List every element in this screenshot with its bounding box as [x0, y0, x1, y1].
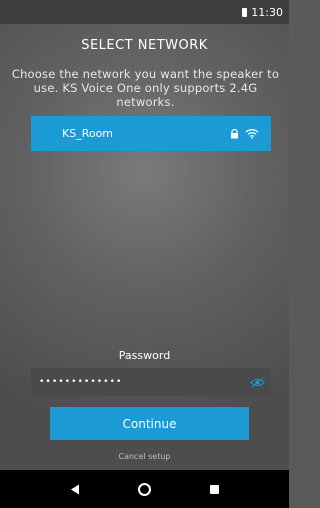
continue-button[interactable]: Continue — [50, 407, 249, 440]
back-icon — [70, 484, 79, 494]
status-bar: 11:30 — [0, 0, 289, 24]
lock-icon — [231, 128, 238, 138]
recents-button[interactable] — [202, 477, 226, 501]
recents-icon — [209, 484, 219, 494]
cancel-setup-link[interactable]: Cancel setup — [0, 452, 289, 461]
status-time: 11:30 — [251, 5, 283, 19]
network-item-ks-room[interactable]: KS_Room — [31, 116, 271, 151]
wifi-icon — [245, 129, 259, 139]
home-button[interactable] — [132, 477, 156, 501]
page-title: SELECT NETWORK — [81, 38, 208, 53]
eye-toggle-icon[interactable] — [250, 377, 265, 388]
network-name: KS_Room — [62, 127, 114, 140]
instructions-text: Choose the network you want the speaker … — [11, 67, 280, 109]
password-value: ••••••••••••• — [39, 377, 123, 387]
system-nav-bar — [0, 470, 289, 508]
battery-icon — [242, 7, 248, 17]
password-input[interactable]: ••••••••••••• — [31, 368, 271, 396]
setup-screen: 11:30 SELECT NETWORK Choose the network … — [0, 0, 289, 508]
password-label: Password — [118, 349, 171, 362]
home-icon — [137, 482, 151, 496]
back-button[interactable] — [63, 477, 87, 501]
